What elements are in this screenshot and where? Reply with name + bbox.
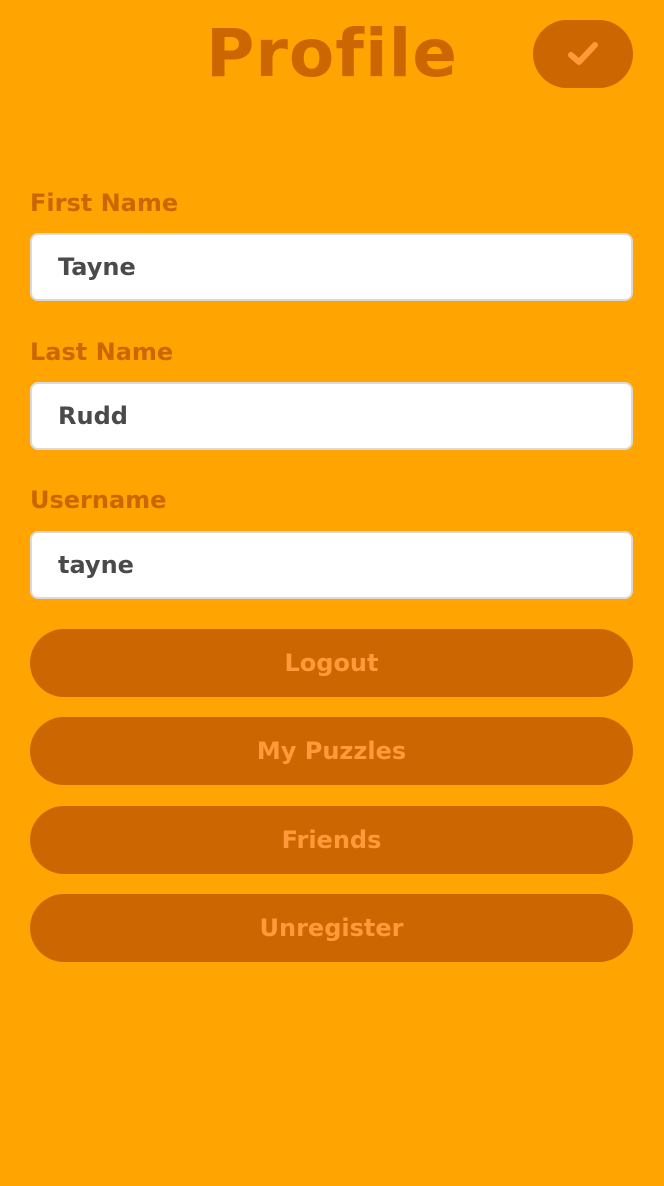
first-name-field[interactable]: [30, 233, 633, 301]
username-label: Username: [30, 486, 167, 514]
first-name-label: First Name: [30, 189, 179, 217]
last-name-field[interactable]: [30, 382, 633, 450]
unregister-button[interactable]: Unregister: [30, 894, 633, 962]
logout-button[interactable]: Logout: [30, 629, 633, 697]
profile-screen: Profile First Name Last Name Username Lo…: [0, 0, 664, 1186]
username-field[interactable]: [30, 531, 633, 599]
checkmark-icon: [568, 41, 598, 67]
confirm-button[interactable]: [533, 20, 633, 88]
last-name-label: Last Name: [30, 338, 174, 366]
my-puzzles-button[interactable]: My Puzzles: [30, 717, 633, 785]
friends-button[interactable]: Friends: [30, 806, 633, 874]
